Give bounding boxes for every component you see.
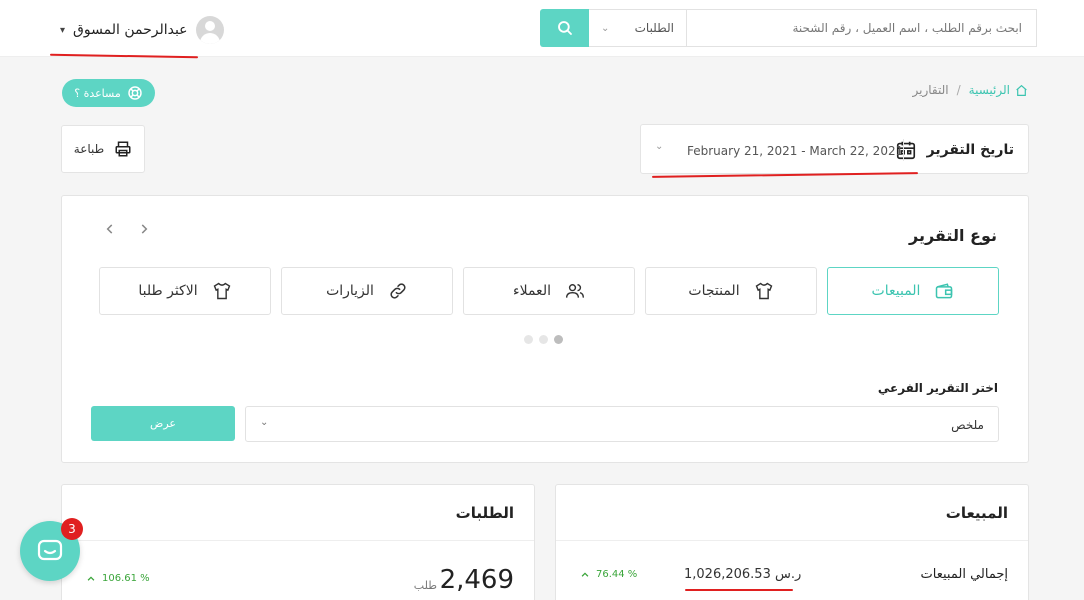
pagination-dot-active[interactable] (554, 335, 563, 344)
search-icon (557, 21, 572, 35)
breadcrumb-home-label: الرئيسية (968, 83, 1010, 97)
avatar (195, 16, 224, 44)
orders-card: الطلبات 2,469 طلب 106.61 % (61, 484, 535, 600)
tile-sales[interactable]: المبيعات (827, 267, 999, 315)
orders-title: الطلبات (455, 504, 514, 522)
print-button[interactable]: طباعة (61, 125, 145, 173)
link-icon (390, 283, 406, 299)
breadcrumb-home[interactable]: الرئيسية (969, 83, 1028, 97)
tile-customers[interactable]: العملاء (463, 267, 635, 315)
chat-icon (37, 539, 63, 561)
tile-products[interactable]: المنتجات (645, 267, 817, 315)
tile-label: العملاء (513, 283, 551, 299)
slider-arrows (102, 221, 152, 237)
report-type-title: نوع التقرير (909, 226, 997, 245)
breadcrumb: الرئيسية / التقارير (913, 83, 1028, 97)
user-menu[interactable]: ▾ عبدالرحمن المسوق (60, 16, 224, 44)
chevron-down-icon: ⌄ (260, 417, 269, 428)
breadcrumb-current: التقارير (912, 83, 949, 97)
tile-label: المنتجات (688, 283, 740, 299)
tile-visits[interactable]: الزيارات (281, 267, 453, 315)
sub-report-label: اختر التقرير الفرعي (877, 381, 998, 395)
arrow-up-icon (87, 575, 95, 581)
arrow-up-icon (581, 571, 589, 577)
chevron-down-icon: ⌄ (601, 22, 610, 34)
users-icon (565, 284, 585, 298)
card-header: المبيعات (556, 485, 1028, 541)
orders-count: 2,469 (439, 565, 514, 595)
sales-card: المبيعات إجمالي المبيعات 1,026,206.53 ر.… (555, 484, 1029, 600)
search-input[interactable] (687, 9, 1037, 47)
total-sales-label: إجمالي المبيعات (920, 567, 1008, 582)
date-range-value: February 21, 2021 - March 22, 2021 (687, 144, 904, 158)
chevron-down-icon: ▾ (60, 24, 66, 36)
shirt-icon (213, 282, 230, 300)
sub-report-select[interactable]: ملخص ⌄ (245, 406, 999, 442)
total-sales-value: 1,026,206.53 ر.س (684, 567, 802, 582)
orders-change: 106.61 % (86, 573, 150, 584)
chevron-right-icon[interactable] (136, 221, 152, 237)
tile-most-ordered[interactable]: الاكثر طلبا (99, 267, 271, 315)
top-bar: ▾ عبدالرحمن المسوق ⌄ الطلبات (0, 0, 1084, 57)
notification-badge: 3 (61, 518, 83, 540)
wallet-icon (936, 283, 953, 299)
printer-icon (115, 141, 131, 157)
annotation-underline (685, 589, 793, 591)
user-name: عبدالرحمن المسوق (73, 22, 188, 38)
tile-label: الزيارات (326, 283, 374, 299)
tile-label: الاكثر طلبا (138, 283, 198, 299)
sales-change: 76.44 % (580, 569, 637, 580)
pagination-dot[interactable] (524, 335, 533, 344)
search-bar: ⌄ الطلبات (540, 9, 1037, 47)
date-filter-label-text: تاريخ التقرير (926, 142, 1014, 158)
slider-pagination (524, 335, 563, 344)
date-filter-label: تاريخ التقرير (895, 139, 1014, 161)
home-icon (1016, 84, 1027, 96)
chevron-down-icon: ⌄ (655, 141, 664, 152)
report-type-card: نوع التقرير المبيعات المنتجات العملاء ال… (61, 195, 1029, 463)
help-label: مساعدة ؟ (74, 86, 121, 100)
print-label: طباعة (73, 142, 105, 156)
report-date-filter[interactable]: تاريخ التقرير February 21, 2021 - March … (640, 124, 1029, 174)
breadcrumb-separator: / (956, 83, 961, 97)
show-button[interactable]: عرض (91, 406, 235, 441)
help-button[interactable]: مساعدة ؟ (62, 79, 155, 107)
card-header: الطلبات (62, 485, 534, 541)
search-button[interactable] (540, 9, 589, 47)
lifebuoy-icon (128, 86, 142, 100)
pagination-dot[interactable] (539, 335, 548, 344)
tile-label: المبيعات (871, 283, 921, 299)
search-scope-value: الطلبات (634, 21, 674, 35)
chevron-left-icon[interactable] (102, 221, 118, 237)
search-scope-select[interactable]: ⌄ الطلبات (589, 9, 687, 47)
orders-unit: طلب (413, 579, 437, 592)
orders-change-value: 106.61 % (102, 573, 150, 584)
sales-title: المبيعات (945, 504, 1008, 522)
shirt-icon (755, 282, 772, 300)
sales-change-value: 76.44 % (596, 569, 638, 580)
sub-report-value: ملخص (951, 418, 984, 432)
